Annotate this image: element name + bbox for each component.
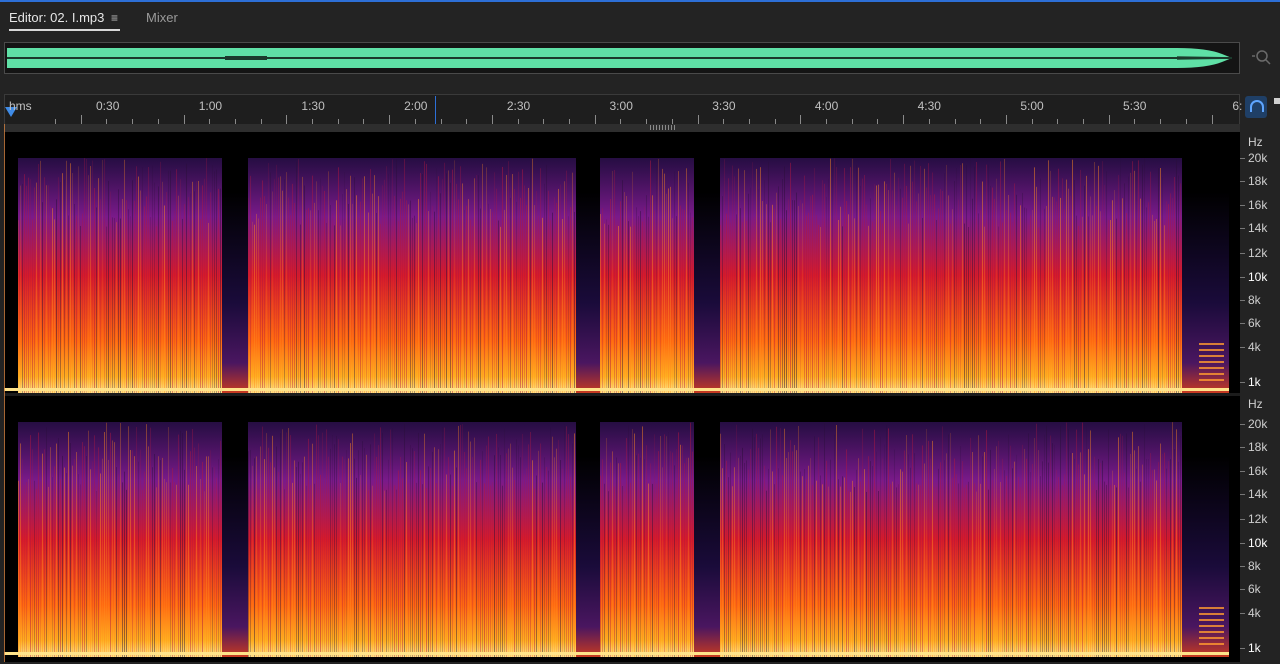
frequency-tick — [1240, 158, 1245, 159]
frequency-tick — [1240, 181, 1245, 182]
time-tick-label: 3:00 — [609, 99, 633, 113]
frequency-tick — [1240, 277, 1245, 278]
spectrogram-image — [4, 396, 1240, 657]
frequency-tick-label: 1k — [1248, 641, 1261, 655]
waveform-overview[interactable] — [4, 42, 1240, 74]
time-tick — [1108, 115, 1110, 124]
frequency-tick-label: 12k — [1248, 512, 1268, 526]
time-tick — [491, 115, 493, 124]
frequency-tick-label: 4k — [1248, 606, 1261, 620]
frequency-tick-label: 4k — [1248, 340, 1261, 354]
frequency-tick — [1240, 228, 1245, 229]
frequency-tick-label: 20k — [1248, 417, 1268, 431]
panel-tabs: Editor: 02. I.mp3 ≡ Mixer — [0, 2, 1280, 36]
overview-waveform — [7, 48, 1232, 68]
time-tick-label: 4:00 — [814, 99, 839, 113]
frequency-tick-label: 8k — [1248, 559, 1261, 573]
frequency-unit-label: Hz — [1248, 135, 1263, 149]
time-tick-label: 1:30 — [301, 99, 325, 113]
active-tab-indicator — [9, 29, 120, 31]
frequency-tick-label: 18k — [1248, 174, 1268, 188]
time-tick — [80, 115, 82, 124]
frequency-tick — [1240, 205, 1245, 206]
time-tick — [286, 115, 288, 124]
frequency-tick-label: 6k — [1248, 582, 1261, 596]
time-tick — [389, 115, 391, 124]
loop-playback-icon[interactable] — [1245, 96, 1267, 118]
frequency-tick — [1240, 382, 1245, 383]
frequency-tick — [1240, 347, 1245, 348]
frequency-tick — [1240, 543, 1245, 544]
spectrogram-channel-left[interactable] — [4, 132, 1240, 393]
spectrogram-channel-right[interactable] — [4, 396, 1240, 657]
time-tick — [1211, 115, 1213, 124]
panel-arrow-icon[interactable] — [1274, 98, 1280, 104]
frequency-tick-label: 14k — [1248, 221, 1268, 235]
time-tick-label: 6: — [1232, 99, 1243, 113]
panel-menu-icon[interactable]: ≡ — [111, 11, 118, 25]
frequency-tick-label: 10k — [1248, 536, 1268, 550]
frequency-tick — [1240, 471, 1245, 472]
frequency-tick-label: 16k — [1248, 198, 1268, 212]
time-tick-label: 0:30 — [96, 99, 120, 113]
playhead-line — [4, 124, 5, 662]
frequency-unit-label: Hz — [1248, 397, 1263, 411]
frequency-tick — [1240, 566, 1245, 567]
frequency-tick — [1240, 613, 1245, 614]
frequency-tick-label: 20k — [1248, 151, 1268, 165]
spectrogram-image — [4, 132, 1240, 393]
frequency-tick-label: 1k — [1248, 375, 1261, 389]
time-tick — [800, 115, 802, 124]
frequency-axis-left: Hz 20k 18k 16k 14k 12k 10k 8k 6k 4k 1k — [1240, 132, 1280, 393]
time-tick-label: 1:00 — [198, 99, 223, 113]
time-tick-label: 2:30 — [506, 99, 531, 113]
tab-mixer[interactable]: Mixer — [146, 10, 178, 25]
frequency-tick — [1240, 300, 1245, 301]
spectral-display[interactable] — [4, 132, 1240, 662]
frequency-tick — [1240, 447, 1245, 448]
time-tick-label: 4:30 — [917, 99, 941, 113]
time-tick-label: hms — [9, 99, 32, 113]
tab-editor[interactable]: Editor: 02. I.mp3 — [9, 10, 104, 25]
frequency-tick — [1240, 519, 1245, 520]
zoom-navigator-icon[interactable] — [1250, 46, 1272, 68]
frequency-tick-label: 10k — [1248, 270, 1268, 284]
frequency-tick — [1240, 253, 1245, 254]
frequency-tick-label: 14k — [1248, 487, 1268, 501]
time-tick — [903, 115, 905, 124]
time-tick — [1005, 115, 1007, 124]
frequency-tick-label: 18k — [1248, 440, 1268, 454]
frequency-tick-label: 8k — [1248, 293, 1261, 307]
frequency-tick — [1240, 648, 1245, 649]
time-tick — [594, 115, 596, 124]
resize-grip-icon[interactable] — [650, 125, 676, 130]
time-tick — [697, 115, 699, 124]
time-tick — [183, 115, 185, 124]
frequency-tick — [1240, 424, 1245, 425]
frequency-tick-label: 12k — [1248, 246, 1268, 260]
frequency-tick-label: 16k — [1248, 464, 1268, 478]
frequency-tick-label: 6k — [1248, 316, 1261, 330]
selection-marker[interactable] — [435, 96, 436, 124]
frequency-tick — [1240, 494, 1245, 495]
time-tick-label: 5:30 — [1123, 99, 1147, 113]
time-tick-label: 5:00 — [1020, 99, 1044, 113]
vertical-resize-strip[interactable] — [4, 124, 1240, 132]
frequency-tick — [1240, 589, 1245, 590]
time-tick-label: 3:30 — [712, 99, 736, 113]
time-tick-label: 2:00 — [404, 99, 428, 113]
frequency-tick — [1240, 323, 1245, 324]
frequency-axis-right: Hz 20k 18k 16k 14k 12k 10k 8k 6k 4k 1k — [1240, 396, 1280, 662]
time-ruler[interactable]: hms 0:30 1:00 1:30 2:00 2:30 3:00 3:30 4:00 4:30 5… — [4, 94, 1243, 124]
